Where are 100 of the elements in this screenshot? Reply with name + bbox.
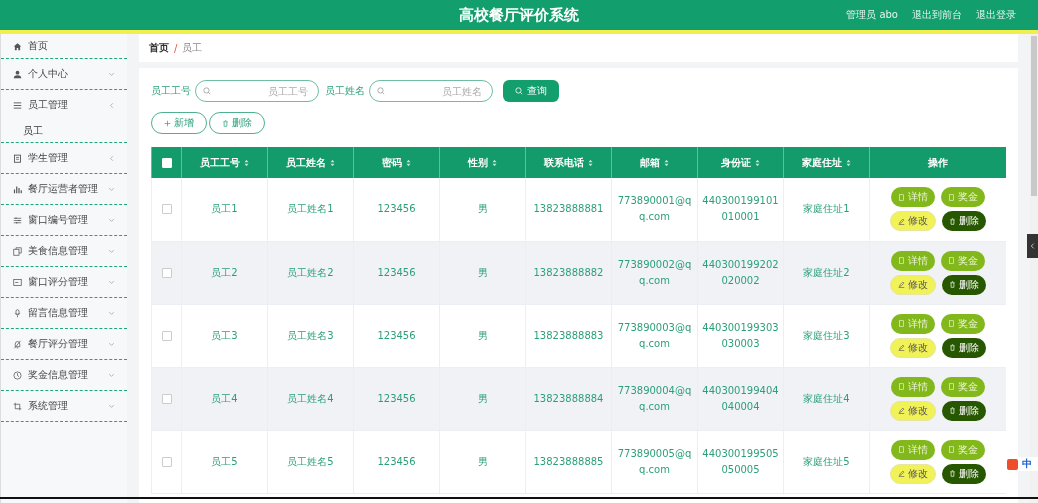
sidebar-item[interactable]: 餐厅运营者管理 — [1, 174, 127, 204]
sidebar-item[interactable]: 窗口评分管理 — [1, 267, 127, 297]
mic-icon — [13, 308, 22, 318]
delete-button[interactable]: 删除 — [942, 337, 986, 358]
table-cell: 家庭住址1 — [783, 178, 870, 241]
edit-button[interactable]: 修改 — [890, 274, 936, 295]
column-header[interactable]: 员工姓名 — [267, 147, 354, 178]
document-icon — [948, 383, 955, 390]
column-header[interactable]: 联系电话 — [525, 147, 612, 178]
sort-icon[interactable] — [755, 158, 760, 167]
delete-button[interactable]: 删除 — [942, 463, 986, 484]
trash-icon — [949, 281, 956, 288]
sidebar-item[interactable]: 员工管理 — [1, 90, 127, 120]
column-header[interactable]: 性别 — [439, 147, 526, 178]
sidebar-item[interactable]: 美食信息管理 — [1, 236, 127, 266]
search-icon — [377, 87, 385, 95]
table-cell: 13823888885 — [525, 430, 612, 493]
home-icon — [13, 41, 22, 51]
search-icon — [203, 87, 211, 95]
document-icon — [948, 446, 955, 453]
table-cell: 13823888881 — [525, 178, 612, 241]
sidebar-subitem[interactable]: 员工 — [1, 120, 43, 142]
delete-button[interactable]: 删除 — [209, 112, 265, 134]
row-checkbox[interactable] — [161, 330, 172, 341]
search-field[interactable]: 员工姓名 — [369, 80, 493, 102]
user-icon — [13, 69, 22, 79]
table-cell: 员工2 — [181, 241, 268, 304]
table-cell: 13823888883 — [525, 304, 612, 367]
select-all-checkbox[interactable] — [161, 158, 172, 168]
search-button[interactable]: 查询 — [503, 80, 559, 102]
row-checkbox[interactable] — [161, 393, 172, 404]
table-cell: 13823888884 — [525, 367, 612, 430]
trash-icon — [949, 217, 956, 225]
user-label: 管理员 abo — [846, 8, 898, 22]
add-button[interactable]: 新增 — [151, 112, 207, 134]
sidebar-item[interactable]: 奖金信息管理 — [1, 360, 127, 390]
collapse-tab[interactable] — [1027, 234, 1038, 258]
copy-icon — [13, 246, 22, 256]
sidebar-item[interactable]: 餐厅评分管理 — [1, 329, 127, 359]
document-icon — [948, 193, 955, 201]
breadcrumb-separator: / — [174, 42, 178, 54]
table-cell: 440300199202020002 — [697, 241, 784, 304]
sort-icon[interactable] — [406, 158, 411, 167]
document-icon — [898, 446, 905, 453]
sidebar-item[interactable]: 个人中心 — [1, 59, 127, 89]
delete-button[interactable]: 删除 — [942, 274, 986, 295]
document-icon — [898, 320, 905, 327]
sort-icon[interactable] — [244, 158, 249, 167]
breadcrumb-item[interactable]: 首页 — [149, 41, 169, 55]
table-cell: 家庭住址3 — [783, 304, 870, 367]
column-header[interactable]: 邮箱 — [611, 147, 698, 178]
column-header[interactable]: 密码 — [353, 147, 440, 178]
edit-button[interactable]: 修改 — [890, 337, 936, 358]
table-cell: 440300199505050005 — [697, 430, 784, 493]
sidebar-item[interactable]: 系统管理 — [1, 391, 127, 421]
trash-icon — [222, 119, 229, 127]
ime-mode-label[interactable]: 中 — [1022, 457, 1032, 471]
table-cell: 123456 — [353, 367, 440, 430]
table-cell: 男 — [439, 304, 526, 367]
edit-button[interactable]: 修改 — [890, 211, 936, 232]
table-cell: 773890003@qq.com — [611, 304, 698, 367]
row-checkbox[interactable] — [161, 267, 172, 278]
field-label: 员工工号 — [151, 84, 191, 98]
pencil-icon — [898, 407, 905, 414]
delete-button[interactable]: 删除 — [942, 211, 986, 232]
table-cell: 440300199101010001 — [697, 178, 784, 241]
sort-icon[interactable] — [492, 158, 497, 167]
table-cell: 员工姓名4 — [267, 367, 354, 430]
table-cell: 773890005@qq.com — [611, 430, 698, 493]
edit-button[interactable]: 修改 — [890, 463, 936, 484]
pencil-icon — [898, 344, 905, 351]
sidebar-item[interactable]: 学生管理 — [1, 143, 127, 173]
trash-icon — [949, 470, 956, 477]
column-header[interactable]: 员工工号 — [181, 147, 268, 178]
table-cell: 家庭住址2 — [783, 241, 870, 304]
table-cell: 员工姓名3 — [267, 304, 354, 367]
column-header[interactable]: 身份证 — [697, 147, 784, 178]
search-field[interactable]: 员工工号 — [195, 80, 319, 102]
row-checkbox[interactable] — [161, 204, 172, 215]
table-cell: 773890001@qq.com — [611, 178, 698, 241]
table-cell: 男 — [439, 178, 526, 241]
table-cell: 123456 — [353, 178, 440, 241]
table-cell: 男 — [439, 241, 526, 304]
table-cell: 440300199303030003 — [697, 304, 784, 367]
chevron-left-icon — [1030, 242, 1035, 250]
table-cell: 13823888882 — [525, 241, 612, 304]
table-cell: 男 — [439, 430, 526, 493]
list-icon — [13, 100, 22, 110]
sort-icon[interactable] — [330, 158, 335, 167]
delete-button[interactable]: 删除 — [942, 400, 986, 421]
column-header[interactable]: 家庭住址 — [783, 147, 870, 178]
sort-icon[interactable] — [588, 158, 593, 167]
sort-icon[interactable] — [664, 158, 669, 167]
table-cell: 123456 — [353, 304, 440, 367]
row-checkbox[interactable] — [161, 456, 172, 467]
sidebar-item[interactable]: 首页 — [1, 34, 127, 58]
edit-button[interactable]: 修改 — [890, 400, 936, 421]
sidebar-item[interactable]: 留言信息管理 — [1, 298, 127, 328]
sort-icon[interactable] — [846, 158, 851, 167]
sidebar-item[interactable]: 窗口编号管理 — [1, 205, 127, 235]
